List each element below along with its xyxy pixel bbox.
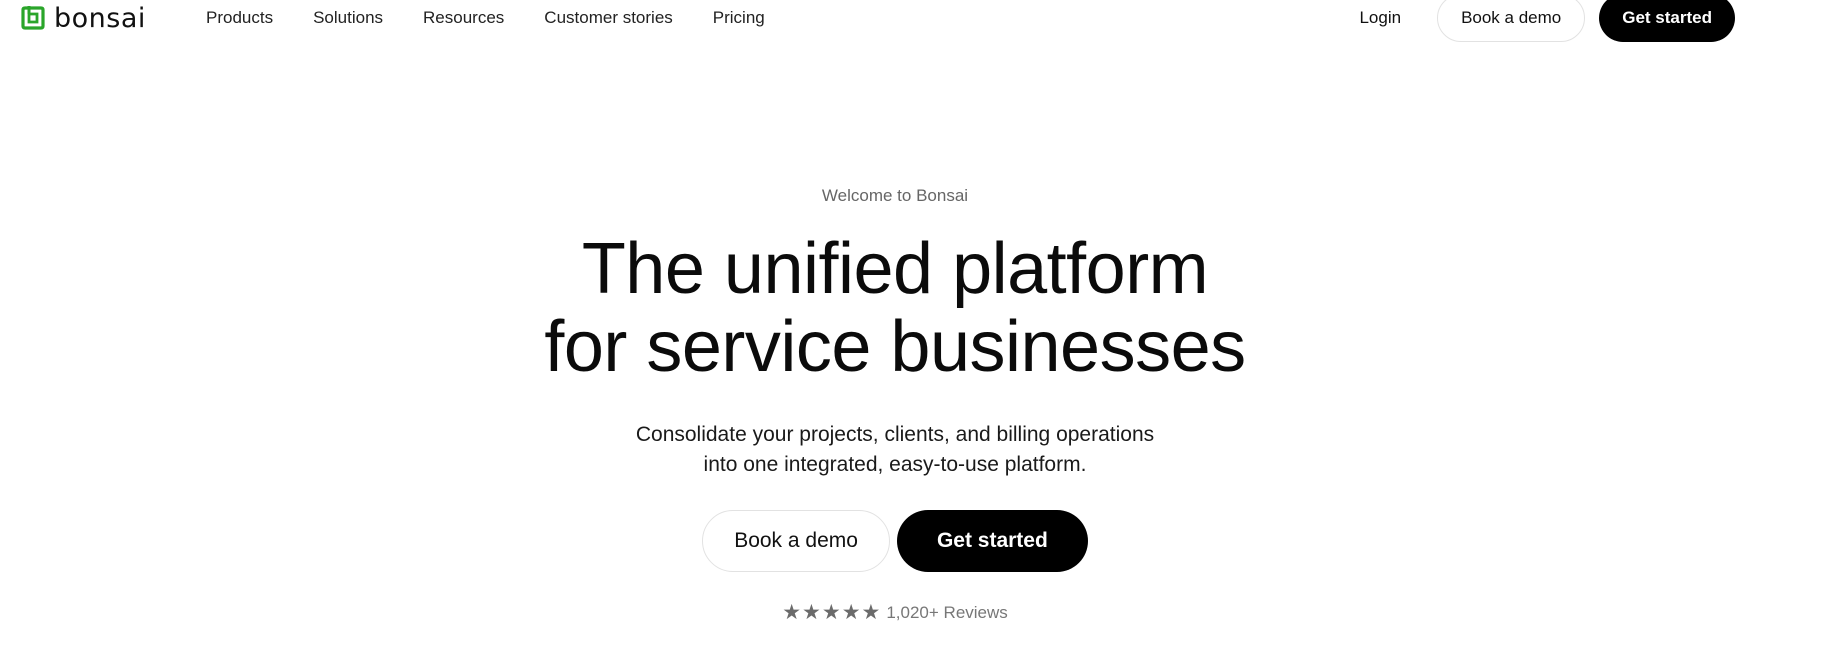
bonsai-logo[interactable]: bonsai: [20, 2, 146, 34]
hero-get-started-button[interactable]: Get started: [896, 510, 1088, 572]
header-get-started-button[interactable]: Get started: [1599, 0, 1735, 42]
nav-item-solutions[interactable]: Solutions: [313, 7, 383, 29]
header-actions: Login Book a demo Get started: [1359, 0, 1735, 42]
login-link[interactable]: Login: [1359, 7, 1401, 29]
primary-nav: Products Solutions Resources Customer st…: [206, 7, 805, 29]
star-icon: ★: [821, 600, 841, 624]
site-header: bonsai Products Solutions Resources Cust…: [0, 0, 1823, 44]
hero-headline-line-1: The unified platform: [581, 229, 1209, 309]
bonsai-logo-icon: [21, 6, 45, 30]
rating-stars: ★ ★ ★ ★ ★: [782, 602, 880, 623]
hero-book-demo-button[interactable]: Book a demo: [702, 510, 890, 572]
star-icon: ★: [802, 600, 821, 624]
nav-item-resources[interactable]: Resources: [423, 7, 504, 29]
hero-subcopy-line-2: into one integrated, easy-to-use platfor…: [703, 453, 1087, 476]
brand-name: bonsai: [54, 2, 146, 34]
hero-cta-row: Book a demo Get started: [0, 510, 1790, 572]
reviews-summary[interactable]: ★ ★ ★ ★ ★ 1,020+ Reviews: [0, 602, 1790, 623]
nav-item-customer-stories[interactable]: Customer stories: [544, 7, 672, 29]
reviews-count: 1,020+ Reviews: [886, 602, 1008, 622]
hero-subcopy-line-1: Consolidate your projects, clients, and …: [635, 423, 1155, 446]
hero-subcopy: Consolidate your projects, clients, and …: [0, 420, 1790, 480]
star-icon: ★: [782, 600, 802, 624]
star-icon: ★: [861, 600, 881, 624]
hero-headline-line-2: for service businesses: [544, 307, 1246, 387]
hero-eyebrow: Welcome to Bonsai: [821, 186, 969, 205]
star-icon: ★: [841, 600, 861, 624]
hero-headline: The unified platform for service busines…: [0, 230, 1790, 386]
nav-item-products[interactable]: Products: [206, 7, 273, 29]
header-book-demo-button[interactable]: Book a demo: [1437, 0, 1586, 42]
nav-item-pricing[interactable]: Pricing: [713, 7, 765, 29]
